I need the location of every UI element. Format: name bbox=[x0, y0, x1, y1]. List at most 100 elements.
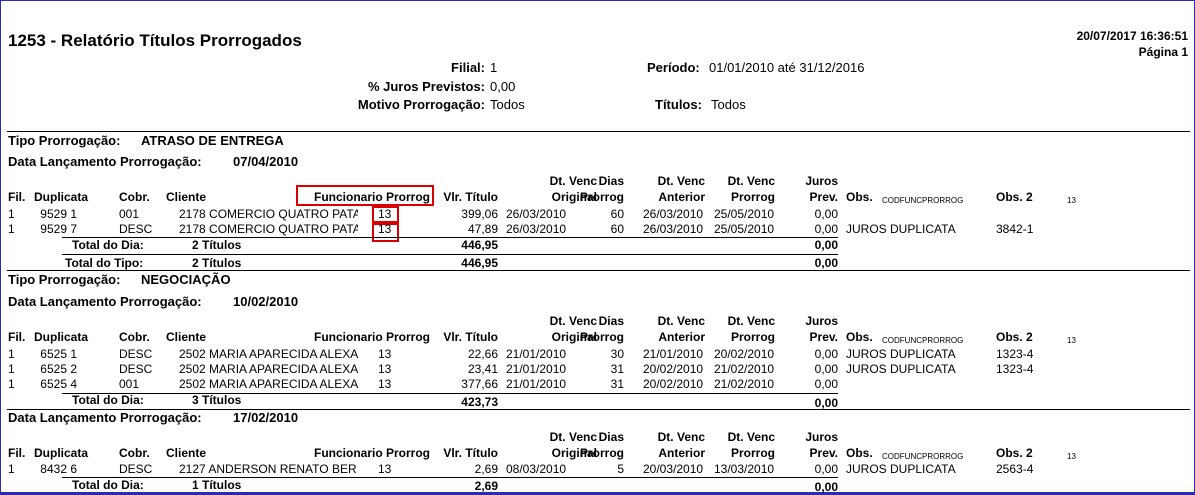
cell-obs2: 1323-4 bbox=[996, 362, 1034, 376]
cell-dtvenc-anterior: 26/03/2010 bbox=[643, 222, 704, 236]
report-title: 1253 - Relatório Títulos Prorrogados bbox=[8, 31, 302, 50]
total-dia-juros: 0,00 bbox=[814, 238, 838, 252]
col-obs: Obs. bbox=[846, 446, 873, 460]
col-dtvenc-prorrog-line2: Prorrog bbox=[730, 190, 775, 204]
cell-fil: 1 bbox=[8, 347, 15, 361]
cell-dias: 60 bbox=[610, 207, 624, 221]
cell-fil: 1 bbox=[8, 362, 15, 376]
tipo-name: ATRASO DE ENTREGA bbox=[141, 133, 284, 148]
col-codfuncprorrog: CODFUNCPRORROG bbox=[882, 196, 964, 205]
data-lancamento-label: Data Lançamento Prorrogação: bbox=[8, 294, 202, 309]
col-juros-line1: Juros bbox=[805, 314, 838, 328]
col-obs2: Obs. 2 bbox=[996, 446, 1033, 460]
total-tipo-juros: 0,00 bbox=[814, 256, 838, 270]
cell-dias: 5 bbox=[617, 462, 624, 476]
report-page: Página 1 bbox=[1138, 45, 1188, 59]
cell-vlr: 47,89 bbox=[467, 222, 498, 236]
total-divider bbox=[62, 393, 838, 394]
cell-dtvenc-prorrog: 13/03/2010 bbox=[714, 462, 775, 476]
cell-fil: 1 bbox=[8, 377, 15, 391]
total-dia-value: 423,73 bbox=[461, 395, 498, 409]
cell-duplicata: 9529 1 bbox=[40, 207, 77, 221]
cell-vlr: 377,66 bbox=[461, 377, 498, 391]
cell-obs: JUROS DUPLICATA bbox=[846, 222, 956, 236]
cell-funcionario: 13 bbox=[378, 462, 392, 476]
cell-juros: 0,00 bbox=[814, 347, 838, 361]
col-juros-line1: Juros bbox=[805, 430, 838, 444]
cell-obs2: 1323-4 bbox=[996, 347, 1034, 361]
cell-obs: JUROS DUPLICATA bbox=[846, 347, 956, 361]
col-dtvenc-original-line1: Dt. Venc bbox=[549, 430, 597, 444]
cell-dtvenc-anterior: 20/02/2010 bbox=[643, 377, 704, 391]
col-dtvenc-anterior-line1: Dt. Venc bbox=[657, 430, 705, 444]
cell-cobr: 001 bbox=[119, 377, 140, 391]
cell-vlr: 2,69 bbox=[474, 462, 498, 476]
col-cliente: Cliente bbox=[166, 446, 207, 460]
col-duplicata: Duplicata bbox=[34, 330, 89, 344]
cell-cobr: DESC bbox=[119, 222, 153, 236]
cell-obs: JUROS DUPLICATA bbox=[846, 462, 956, 476]
cell-juros: 0,00 bbox=[814, 207, 838, 221]
cell-cobr: DESC bbox=[119, 462, 153, 476]
col-dias-line2: Prorrog bbox=[579, 190, 624, 204]
cell-dias: 30 bbox=[610, 347, 624, 361]
section-divider bbox=[7, 131, 1190, 132]
total-dia-value: 446,95 bbox=[461, 238, 498, 252]
total-dia-value: 2,69 bbox=[474, 479, 498, 493]
cell-duplicata: 6525 2 bbox=[40, 362, 77, 376]
col-cobr: Cobr. bbox=[119, 330, 150, 344]
motivo-label: Motivo Prorrogação: bbox=[357, 97, 485, 112]
col-cliente: Cliente bbox=[166, 190, 207, 204]
cell-dtvenc-anterior: 26/03/2010 bbox=[643, 207, 704, 221]
col-vlr-titulo: Vlr. Título bbox=[443, 330, 498, 344]
cell-funcionario: 13 bbox=[378, 207, 392, 221]
cell-cliente: 2127 ANDERSON RENATO BER bbox=[179, 462, 357, 476]
filial-value: 1 bbox=[490, 60, 498, 75]
cell-fil: 1 bbox=[8, 462, 15, 476]
data-lancamento-label: Data Lançamento Prorrogação: bbox=[8, 154, 202, 169]
col-funcionario-prorrog: Funcionario Prorrog bbox=[313, 330, 430, 344]
cell-funcionario: 13 bbox=[378, 362, 392, 376]
tipo-label: Tipo Prorrogação: bbox=[8, 272, 121, 287]
data-lancamento-date: 17/02/2010 bbox=[233, 410, 299, 425]
col-funcionario-prorrog: Funcionario Prorrog bbox=[313, 446, 430, 460]
data-lancamento-date: 10/02/2010 bbox=[233, 294, 299, 309]
col-fil: Fil. bbox=[8, 330, 26, 344]
cell-cliente: 2502 MARIA APARECIDA ALEXAN bbox=[179, 362, 358, 376]
cell-cliente: 2502 MARIA APARECIDA ALEXAN bbox=[179, 347, 358, 361]
cell-funcionario: 13 bbox=[378, 222, 392, 236]
col-dias-line1: Dias bbox=[598, 174, 624, 188]
cell-obs: JUROS DUPLICATA bbox=[846, 362, 956, 376]
cell-juros: 0,00 bbox=[814, 222, 838, 236]
total-divider bbox=[62, 254, 838, 255]
col-vlr-titulo: Vlr. Título bbox=[443, 190, 498, 204]
total-dia-label: Total do Dia: bbox=[72, 393, 144, 407]
col-juros-line1: Juros bbox=[805, 174, 838, 188]
cell-dtvenc-original: 21/01/2010 bbox=[506, 362, 567, 376]
cell-fil: 1 bbox=[8, 207, 15, 221]
data-lancamento-date: 07/04/2010 bbox=[233, 154, 299, 169]
total-dia-count: 1 Títulos bbox=[192, 478, 242, 492]
cell-cliente: 2178 COMERCIO QUATRO PATA bbox=[179, 222, 358, 236]
cell-dtvenc-original: 08/03/2010 bbox=[506, 462, 567, 476]
col-cliente: Cliente bbox=[166, 330, 207, 344]
col-dtvenc-prorrog-line2: Prorrog bbox=[730, 446, 775, 460]
col-dtvenc-prorrog-line1: Dt. Venc bbox=[727, 314, 775, 328]
total-dia-juros: 0,00 bbox=[814, 396, 838, 410]
total-dia-label: Total do Dia: bbox=[72, 478, 144, 492]
col-obs2: Obs. 2 bbox=[996, 190, 1033, 204]
cell-obs2: 2563-4 bbox=[996, 462, 1034, 476]
total-dia-juros: 0,00 bbox=[814, 480, 838, 494]
motivo-value: Todos bbox=[490, 97, 525, 112]
tipo-name: NEGOCIAÇÃO bbox=[141, 272, 231, 287]
col-extra: 13 bbox=[1067, 336, 1076, 345]
cell-dtvenc-original: 21/01/2010 bbox=[506, 377, 567, 391]
col-obs2: Obs. 2 bbox=[996, 330, 1033, 344]
col-dtvenc-anterior-line2: Anterior bbox=[658, 190, 705, 204]
cell-funcionario: 13 bbox=[378, 377, 392, 391]
cell-dtvenc-prorrog: 25/05/2010 bbox=[714, 207, 775, 221]
col-dias-line1: Dias bbox=[598, 430, 624, 444]
cell-dtvenc-prorrog: 21/02/2010 bbox=[714, 377, 775, 391]
cell-vlr: 22,66 bbox=[467, 347, 498, 361]
cell-dtvenc-anterior: 20/02/2010 bbox=[643, 362, 704, 376]
